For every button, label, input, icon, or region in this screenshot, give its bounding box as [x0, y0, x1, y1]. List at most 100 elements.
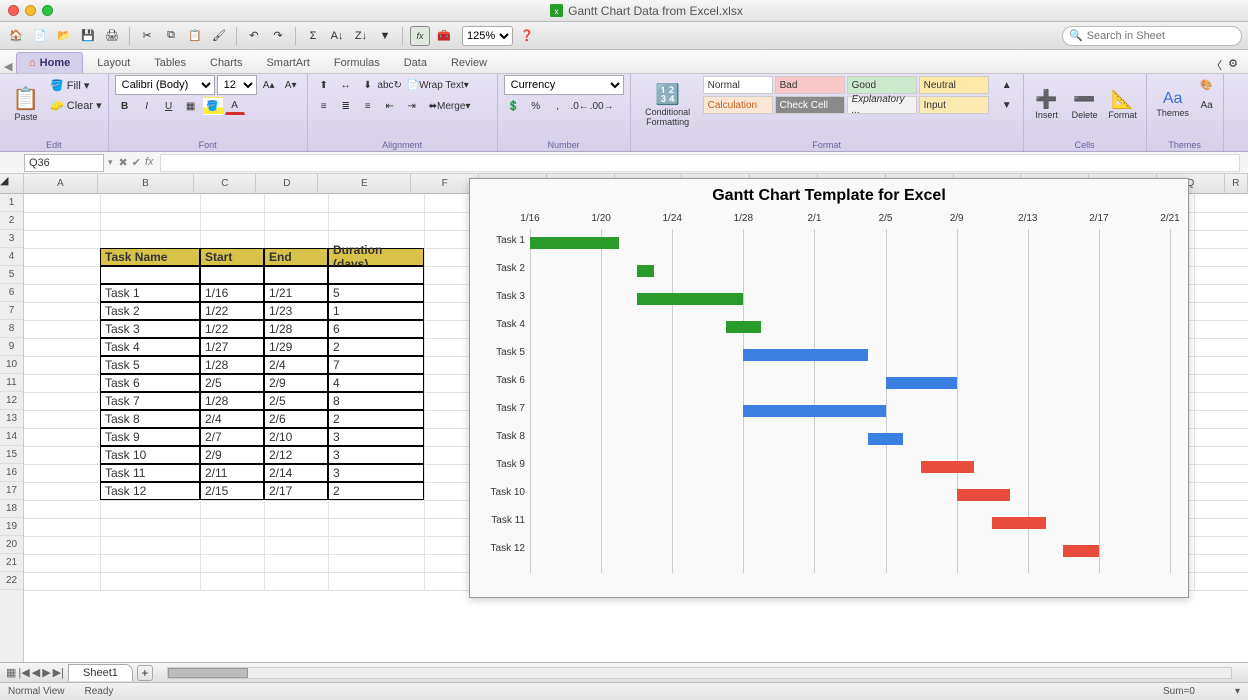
cut-icon[interactable]: ✂ [137, 26, 157, 46]
data-cell[interactable]: 6 [328, 320, 424, 338]
row-header[interactable]: 10 [0, 356, 23, 374]
formula-input[interactable] [160, 154, 1240, 172]
sort-desc-icon[interactable]: Z↓ [351, 26, 371, 46]
next-sheet-icon[interactable]: ▶ [42, 666, 50, 679]
italic-button[interactable]: I [137, 97, 157, 115]
data-cell[interactable] [328, 266, 424, 284]
data-cell[interactable]: 1/28 [264, 320, 328, 338]
data-cell[interactable]: Task 11 [100, 464, 200, 482]
theme-colors-icon[interactable]: 🎨 [1197, 76, 1217, 94]
border-button[interactable]: ▦ [181, 97, 201, 115]
data-cell[interactable]: Task 6 [100, 374, 200, 392]
data-cell[interactable]: 5 [328, 284, 424, 302]
data-cell[interactable]: 2/4 [200, 410, 264, 428]
gantt-bar[interactable] [921, 461, 974, 473]
autosum-icon[interactable]: Σ [303, 26, 323, 46]
fx-icon[interactable]: fx [145, 156, 154, 169]
maximize-icon[interactable] [42, 5, 53, 16]
data-cell[interactable]: 1/22 [200, 302, 264, 320]
data-cell[interactable]: 1/28 [200, 392, 264, 410]
number-format-select[interactable]: Currency [504, 75, 624, 95]
column-header[interactable]: R [1225, 174, 1248, 193]
data-cell[interactable]: 2/10 [264, 428, 328, 446]
help-icon[interactable]: ❓ [517, 26, 537, 46]
styles-scroll-down-icon[interactable]: ▼ [997, 96, 1017, 114]
row-header[interactable]: 15 [0, 446, 23, 464]
cancel-formula-icon[interactable]: ✖ [119, 156, 128, 169]
add-sheet-button[interactable]: + [137, 665, 153, 681]
open-icon[interactable]: 📂 [54, 26, 74, 46]
row-header[interactable]: 9 [0, 338, 23, 356]
delete-cells-button[interactable]: ➖Delete [1068, 76, 1102, 132]
cell-styles-gallery[interactable]: NormalBadGoodNeutralCalculationCheck Cel… [703, 76, 989, 114]
align-middle-icon[interactable]: ↔ [336, 76, 356, 94]
row-header[interactable]: 13 [0, 410, 23, 428]
style-cell[interactable]: Explanatory ... [847, 96, 917, 114]
orientation-icon[interactable]: abc↻ [380, 76, 400, 94]
currency-icon[interactable]: 💲 [504, 97, 524, 115]
format-painter-icon[interactable]: 🖌 [209, 26, 229, 46]
paste-icon[interactable]: 📋 [185, 26, 205, 46]
fill-button[interactable]: 🪣 Fill ▾ [50, 79, 89, 92]
shrink-font-icon[interactable]: A▾ [281, 76, 301, 94]
data-cell[interactable]: 2/11 [200, 464, 264, 482]
close-icon[interactable] [8, 5, 19, 16]
percent-icon[interactable]: % [526, 97, 546, 115]
tab-formulas[interactable]: Formulas [322, 53, 392, 73]
data-cell[interactable]: 3 [328, 464, 424, 482]
row-header[interactable]: 6 [0, 284, 23, 302]
data-cell[interactable]: 2/15 [200, 482, 264, 500]
data-cell[interactable]: Task 10 [100, 446, 200, 464]
data-cell[interactable]: Task 2 [100, 302, 200, 320]
styles-scroll-up-icon[interactable]: ▲ [997, 76, 1017, 94]
tab-review[interactable]: Review [439, 53, 499, 73]
row-header[interactable]: 19 [0, 518, 23, 536]
data-cell[interactable]: 1/28 [200, 356, 264, 374]
style-cell[interactable]: Check Cell [775, 96, 845, 114]
row-header[interactable]: 17 [0, 482, 23, 500]
new-icon[interactable]: 📄 [30, 26, 50, 46]
view-buttons-icon[interactable]: ▦ [6, 666, 16, 679]
fill-color-button[interactable]: 🪣 [203, 97, 223, 115]
decrease-indent-icon[interactable]: ⇤ [380, 97, 400, 115]
style-cell[interactable]: Normal [703, 76, 773, 94]
sort-asc-icon[interactable]: A↓ [327, 26, 347, 46]
row-header[interactable]: 1 [0, 194, 23, 212]
data-cell[interactable]: 8 [328, 392, 424, 410]
tab-charts[interactable]: Charts [198, 53, 254, 73]
font-family-select[interactable]: Calibri (Body) [115, 75, 215, 95]
tab-smartart[interactable]: SmartArt [254, 53, 321, 73]
data-cell[interactable]: 2/9 [200, 446, 264, 464]
data-cell[interactable]: 2 [328, 338, 424, 356]
gantt-bar[interactable] [743, 349, 867, 361]
name-box[interactable]: Q36 [24, 154, 104, 172]
data-cell[interactable]: 3 [328, 446, 424, 464]
gantt-bar[interactable] [1063, 545, 1099, 557]
row-header[interactable]: 20 [0, 536, 23, 554]
themes-button[interactable]: AaThemes [1153, 76, 1193, 132]
data-cell[interactable]: 2/12 [264, 446, 328, 464]
data-cell[interactable]: Task 8 [100, 410, 200, 428]
data-cell[interactable]: Duration (days) [328, 248, 424, 266]
prev-sheet-icon[interactable]: ◀ [32, 666, 40, 679]
align-top-icon[interactable]: ⬆ [314, 76, 334, 94]
comma-icon[interactable]: , [548, 97, 568, 115]
data-cell[interactable] [200, 266, 264, 284]
fx-toggle-icon[interactable]: fx [410, 26, 430, 46]
data-cell[interactable]: 2/14 [264, 464, 328, 482]
format-cells-button[interactable]: 📐Format [1106, 76, 1140, 132]
data-cell[interactable]: 2/6 [264, 410, 328, 428]
tabs-scroll-left-icon[interactable]: ◀ [4, 60, 16, 73]
data-cell[interactable]: 1/23 [264, 302, 328, 320]
column-header[interactable]: B [98, 174, 195, 193]
gantt-bar[interactable] [743, 405, 885, 417]
data-cell[interactable]: Task 5 [100, 356, 200, 374]
home-icon[interactable]: 🏠 [6, 26, 26, 46]
data-cell[interactable]: 2/17 [264, 482, 328, 500]
decrease-decimal-icon[interactable]: .0← [570, 97, 590, 115]
save-icon[interactable]: 💾 [78, 26, 98, 46]
scrollbar-thumb[interactable] [168, 668, 248, 678]
font-size-select[interactable]: 12 [217, 75, 257, 95]
row-header[interactable]: 11 [0, 374, 23, 392]
row-header[interactable]: 21 [0, 554, 23, 572]
